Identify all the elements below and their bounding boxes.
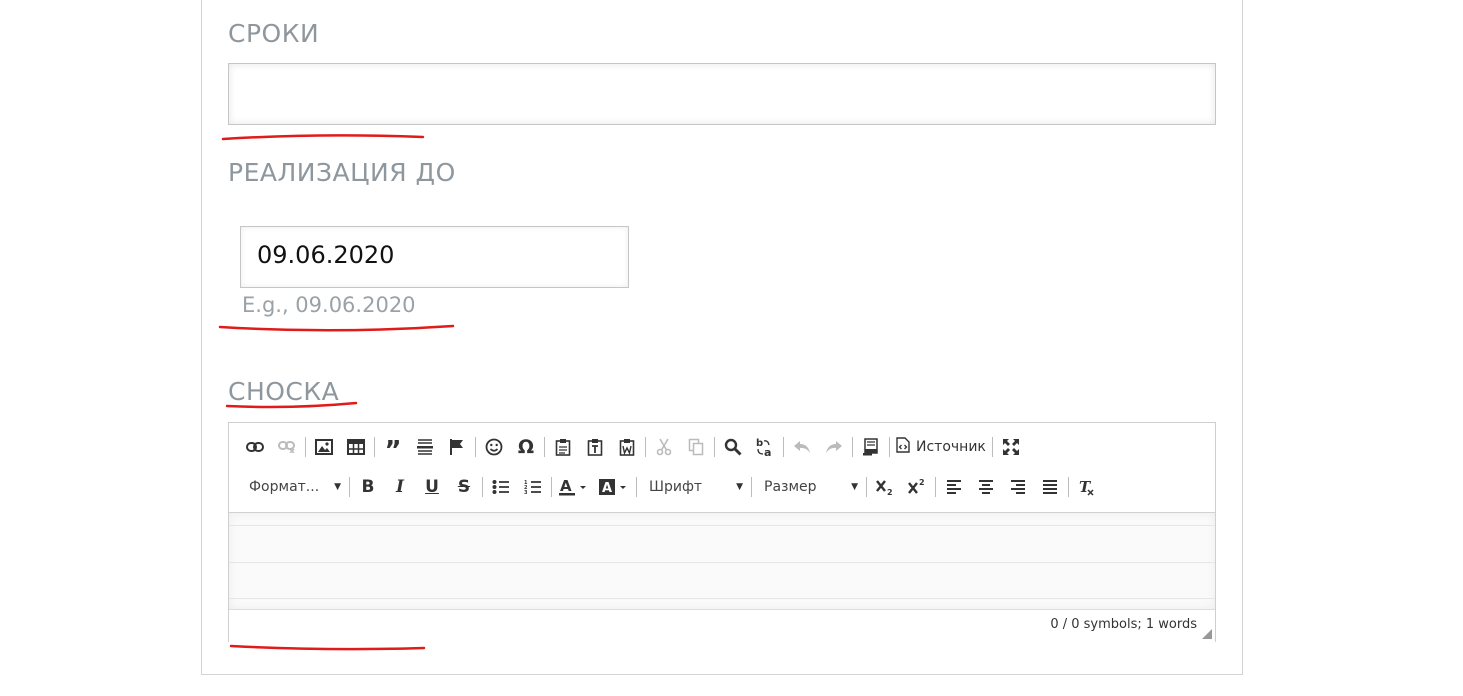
font-dropdown[interactable]: Шрифт ▼: [639, 473, 749, 501]
source-button-label: Источник: [916, 439, 986, 455]
unlink-icon[interactable]: [271, 433, 303, 461]
table-icon[interactable]: [340, 433, 372, 461]
toolbar-separator: [374, 437, 375, 457]
content-guide-line: [229, 598, 1215, 599]
toolbar-row-2: Формат... ▼ B I U S 123 A A Шрифт ▼ Разм…: [239, 472, 1103, 502]
copy-icon[interactable]: [680, 433, 712, 461]
svg-text:2: 2: [919, 478, 925, 487]
toolbar-separator: [305, 437, 306, 457]
align-right-icon[interactable]: [1002, 473, 1034, 501]
cut-icon[interactable]: [648, 433, 680, 461]
numbered-list-icon[interactable]: 123: [517, 473, 549, 501]
sroki-label: СРОКИ: [228, 19, 320, 48]
format-dropdown[interactable]: Формат... ▼: [239, 473, 347, 501]
anchor-flag-icon[interactable]: [441, 433, 473, 461]
justify-icon[interactable]: [1034, 473, 1066, 501]
special-char-omega-icon[interactable]: Ω: [510, 433, 542, 461]
annotation-underline-footnote: [225, 401, 358, 409]
toolbar-separator: [991, 437, 993, 457]
link-icon[interactable]: [239, 433, 271, 461]
chevron-down-icon: ▼: [736, 482, 743, 492]
sroki-input[interactable]: [228, 63, 1216, 125]
blockquote-icon[interactable]: ”: [377, 429, 409, 465]
italic-icon[interactable]: I: [384, 473, 416, 501]
templates-icon[interactable]: [855, 433, 887, 461]
resize-handle-icon[interactable]: [1202, 629, 1212, 639]
toolbar-separator: [783, 437, 784, 457]
paste-icon[interactable]: [547, 433, 579, 461]
realization-date-input[interactable]: 09.06.2020: [240, 226, 629, 288]
toolbar-separator: [544, 437, 545, 457]
horizontal-rule-icon[interactable]: [409, 433, 441, 461]
paste-text-icon[interactable]: [579, 433, 611, 461]
source-button[interactable]: Источник: [892, 433, 990, 461]
smiley-icon[interactable]: [478, 433, 510, 461]
toolbar-separator: [714, 437, 715, 457]
text-color-icon[interactable]: A: [554, 473, 594, 501]
annotation-underline-sroki: [221, 134, 425, 141]
source-icon: [896, 437, 910, 457]
image-icon[interactable]: [308, 433, 340, 461]
rich-text-editor: ” Ω b a Источник Формат... ▼ B I U S 1 2…: [228, 422, 1216, 643]
annotation-underline-editor: [229, 644, 426, 651]
redo-icon[interactable]: [818, 433, 850, 461]
background-color-icon[interactable]: A: [594, 473, 634, 501]
underline-icon[interactable]: U: [416, 473, 448, 501]
svg-text:b: b: [756, 438, 763, 449]
toolbar-separator: [935, 477, 936, 497]
svg-text:A: A: [560, 478, 572, 495]
svg-text:2: 2: [887, 488, 893, 496]
align-left-icon[interactable]: [938, 473, 970, 501]
toolbar-separator: [1068, 477, 1069, 497]
svg-text:3: 3: [524, 490, 528, 495]
toolbar-separator: [475, 437, 476, 457]
toolbar-separator: [551, 477, 552, 497]
toolbar-separator: [751, 477, 752, 497]
format-dropdown-label: Формат...: [249, 479, 320, 495]
remove-format-icon[interactable]: T: [1071, 473, 1103, 501]
realization-label: РЕАЛИЗАЦИЯ ДО: [228, 158, 456, 187]
paste-word-icon[interactable]: [611, 433, 643, 461]
superscript-icon[interactable]: 2: [901, 473, 933, 501]
realization-date-hint: E.g., 09.06.2020: [242, 293, 416, 317]
toolbar-separator: [349, 477, 350, 497]
chevron-down-icon: ▼: [334, 482, 341, 492]
undo-icon[interactable]: [786, 433, 818, 461]
editor-status-bar: 0 / 0 symbols; 1 words: [229, 609, 1215, 643]
find-icon[interactable]: [717, 433, 749, 461]
maximize-icon[interactable]: [995, 433, 1027, 461]
svg-text:a: a: [764, 446, 771, 457]
content-guide-line: [229, 562, 1215, 563]
bulleted-list-icon[interactable]: [485, 473, 517, 501]
content-guide-line: [229, 525, 1215, 526]
size-dropdown-label: Размер: [764, 479, 817, 495]
chevron-down-icon: ▼: [851, 482, 858, 492]
toolbar-separator: [852, 437, 853, 457]
annotation-underline-date: [218, 324, 455, 332]
size-dropdown[interactable]: Размер ▼: [754, 473, 864, 501]
strikethrough-icon[interactable]: S: [448, 473, 480, 501]
font-dropdown-label: Шрифт: [649, 479, 703, 495]
subscript-icon[interactable]: 2: [869, 473, 901, 501]
toolbar-separator: [866, 477, 867, 497]
svg-text:A: A: [602, 481, 612, 496]
toolbar-separator: [889, 437, 890, 457]
toolbar-separator: [482, 477, 483, 497]
word-counter: 0 / 0 symbols; 1 words: [1050, 617, 1197, 632]
editor-content-area[interactable]: [229, 513, 1215, 609]
bold-icon[interactable]: B: [352, 473, 384, 501]
toolbar-separator: [645, 437, 646, 457]
toolbar-separator: [636, 477, 637, 497]
replace-icon[interactable]: ba: [749, 433, 781, 461]
toolbar-row-1: ” Ω b a Источник: [239, 429, 1027, 465]
editor-toolbar: ” Ω b a Источник Формат... ▼ B I U S 1 2…: [229, 423, 1215, 513]
align-center-icon[interactable]: [970, 473, 1002, 501]
